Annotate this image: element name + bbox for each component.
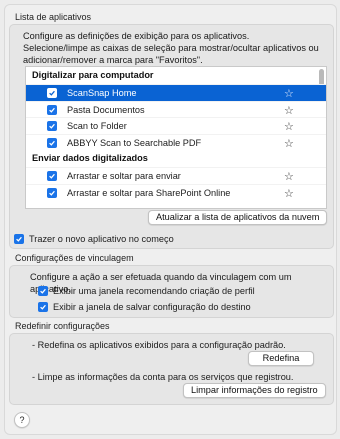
app-label: Scan to Folder xyxy=(67,121,127,131)
reset-button[interactable]: Redefina xyxy=(248,351,314,366)
link-settings-section-title: Configurações de vinculagem xyxy=(15,253,134,263)
app-label: ABBYY Scan to Searchable PDF xyxy=(67,137,202,148)
app-list-description-3: adicionar/remover a marca para "Favorito… xyxy=(23,55,203,65)
app-row-pasta-documentos[interactable]: Pasta Documentos ☆ xyxy=(26,100,326,118)
preferences-window: Lista de aplicativos Configure as defini… xyxy=(4,4,337,435)
checkbox-checked[interactable] xyxy=(14,234,24,244)
app-list-description-2: Selecione/limpe as caixas de seleção par… xyxy=(23,43,319,53)
star-outline-icon[interactable]: ☆ xyxy=(284,186,294,203)
option-label: Exibir a janela de salvar configuração d… xyxy=(53,302,251,312)
app-list-box[interactable]: Digitalizar para computador ScanSnap Hom… xyxy=(25,66,327,209)
app-checkbox[interactable] xyxy=(47,121,57,131)
checkbox-checked[interactable] xyxy=(38,302,48,312)
app-checkbox[interactable] xyxy=(47,137,57,148)
app-checkbox[interactable] xyxy=(47,187,57,198)
app-row-scansnap-home[interactable]: ScanSnap Home ☆ xyxy=(26,84,326,101)
app-row-scan-to-folder[interactable]: Scan to Folder ☆ xyxy=(26,117,326,134)
show-save-destination-option[interactable]: Exibir a janela de salvar configuração d… xyxy=(38,302,251,312)
app-label: Pasta Documentos xyxy=(67,104,145,115)
app-checkbox[interactable] xyxy=(47,104,57,115)
clear-account-text: - Limpe as informações da conta para os … xyxy=(32,372,294,382)
update-app-list-button[interactable]: Atualizar a lista de aplicativos da nuve… xyxy=(148,210,328,225)
app-label: ScanSnap Home xyxy=(67,88,137,98)
clear-registration-button[interactable]: Limpar informações do registro xyxy=(183,383,326,398)
app-label: Arrastar e soltar para SharePoint Online xyxy=(67,187,231,198)
app-row-abbyy[interactable]: ABBYY Scan to Searchable PDF ☆ xyxy=(26,133,326,153)
bring-new-app-first-option[interactable]: Trazer o novo aplicativo no começo xyxy=(14,234,174,244)
group-header-scan-to-computer: Digitalizar para computador xyxy=(26,67,326,84)
app-checkbox[interactable] xyxy=(47,171,57,181)
help-button[interactable]: ? xyxy=(14,412,30,428)
checkbox-checked[interactable] xyxy=(38,286,48,296)
app-checkbox[interactable] xyxy=(47,88,57,98)
app-row-drag-drop-send[interactable]: Arrastar e soltar para enviar ☆ xyxy=(26,167,326,184)
reset-settings-section-title: Redefinir configurações xyxy=(15,321,110,331)
star-outline-icon[interactable]: ☆ xyxy=(284,136,294,153)
reset-apps-text: - Redefina os aplicativos exibidos para … xyxy=(32,340,286,350)
show-profile-recommendation-option[interactable]: Exibir uma janela recomendando criação d… xyxy=(38,286,255,296)
app-row-drag-drop-sharepoint[interactable]: Arrastar e soltar para SharePoint Online… xyxy=(26,183,326,203)
option-label: Exibir uma janela recomendando criação d… xyxy=(53,286,255,296)
group-header-send-scanned-data: Enviar dados digitalizados xyxy=(26,150,326,167)
bring-new-app-first-label: Trazer o novo aplicativo no começo xyxy=(29,234,174,244)
app-label: Arrastar e soltar para enviar xyxy=(67,171,181,181)
app-list-description-1: Configure as definições de exibição para… xyxy=(23,31,250,41)
app-list-section-title: Lista de aplicativos xyxy=(15,12,92,22)
